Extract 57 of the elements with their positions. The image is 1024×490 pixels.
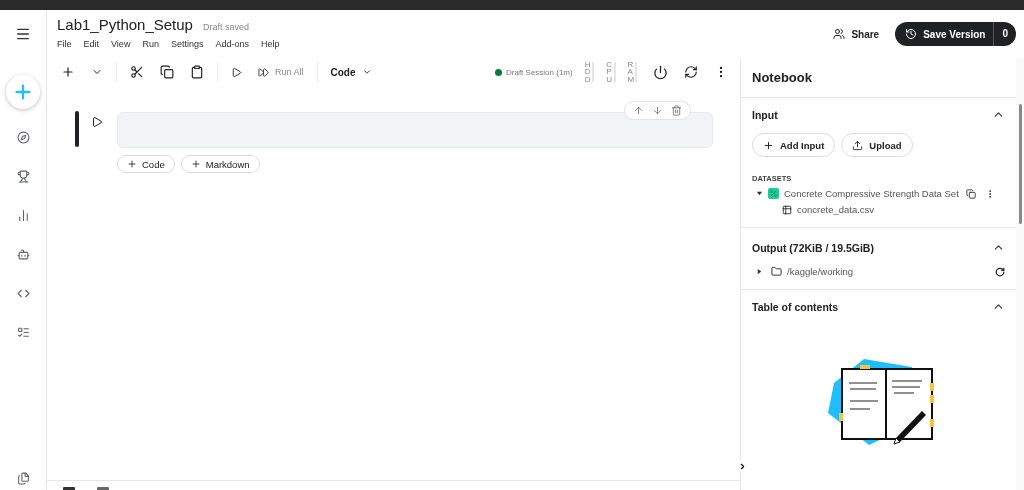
- clipboard-icon: [190, 65, 204, 79]
- file-name[interactable]: concrete_data.csv: [797, 204, 875, 215]
- add-input-button[interactable]: Add Input: [752, 133, 836, 157]
- session-label: Draft Session (1m): [506, 67, 573, 77]
- meter-label: CPU: [606, 60, 611, 84]
- play-icon: [231, 66, 242, 78]
- caret-icon[interactable]: [756, 268, 763, 275]
- table-icon: [782, 204, 792, 215]
- scrollbar-thumb[interactable]: [1018, 104, 1022, 224]
- code-cell[interactable]: [117, 112, 713, 148]
- save-status: Draft saved: [202, 22, 249, 32]
- upload-button[interactable]: Upload: [841, 133, 913, 157]
- save-version-button[interactable]: Save Version 0: [895, 22, 1016, 46]
- people-icon: [833, 28, 846, 40]
- power-icon: [653, 64, 668, 80]
- plus-icon: [763, 139, 774, 151]
- menu-item[interactable]: Edit: [83, 39, 100, 49]
- copy-icon[interactable]: [965, 188, 976, 199]
- menu-item[interactable]: Settings: [170, 39, 204, 49]
- fast-forward-icon: [258, 66, 269, 78]
- upload-icon: [852, 139, 864, 151]
- notebook-title[interactable]: Lab1_Python_Setup: [57, 16, 193, 33]
- section-title: Table of contents: [752, 300, 839, 313]
- folder-icon: [771, 266, 782, 277]
- menu-item[interactable]: File: [57, 39, 72, 49]
- folder-path[interactable]: /kaggle/working: [787, 266, 853, 277]
- copy-icon: [160, 65, 174, 79]
- refresh-icon[interactable]: [995, 266, 1005, 277]
- plus-icon: [127, 159, 137, 169]
- menu-item[interactable]: Run: [142, 39, 159, 49]
- add-cell-button[interactable]: Code: [117, 155, 175, 173]
- meter-label: RAM: [627, 60, 632, 84]
- plus-icon: [190, 159, 201, 169]
- add-cell-button[interactable]: Markdown: [180, 155, 260, 173]
- refresh-icon: [684, 65, 698, 79]
- caret-icon: [361, 67, 372, 77]
- plus-icon: [61, 65, 75, 79]
- history-icon: [905, 28, 918, 40]
- menu-item[interactable]: Add-ons: [215, 39, 249, 49]
- section-title: Input: [752, 108, 778, 121]
- dataset-icon: [768, 188, 779, 199]
- cell-type-dropdown[interactable]: Code: [324, 60, 378, 84]
- meter-label: HDD: [584, 60, 590, 84]
- run-all-button[interactable]: Run All: [252, 60, 310, 84]
- run-cell-icon[interactable]: [91, 116, 105, 130]
- delete-icon[interactable]: [671, 105, 682, 116]
- section-title: Output (72KiB / 19.5GiB): [752, 241, 874, 254]
- version-count: 0: [993, 22, 1016, 46]
- share-button[interactable]: Share: [833, 28, 880, 40]
- move-down-icon[interactable]: [652, 105, 663, 116]
- caret-icon[interactable]: [756, 190, 763, 197]
- dataset-name[interactable]: Concrete Compressive Strength Data Set: [784, 188, 959, 199]
- menu-item[interactable]: Help: [260, 39, 280, 49]
- scissors-icon: [130, 65, 144, 79]
- menu-item[interactable]: View: [111, 39, 131, 49]
- save-version[interactable]: Save Version: [895, 22, 994, 46]
- move-up-icon[interactable]: [633, 105, 644, 116]
